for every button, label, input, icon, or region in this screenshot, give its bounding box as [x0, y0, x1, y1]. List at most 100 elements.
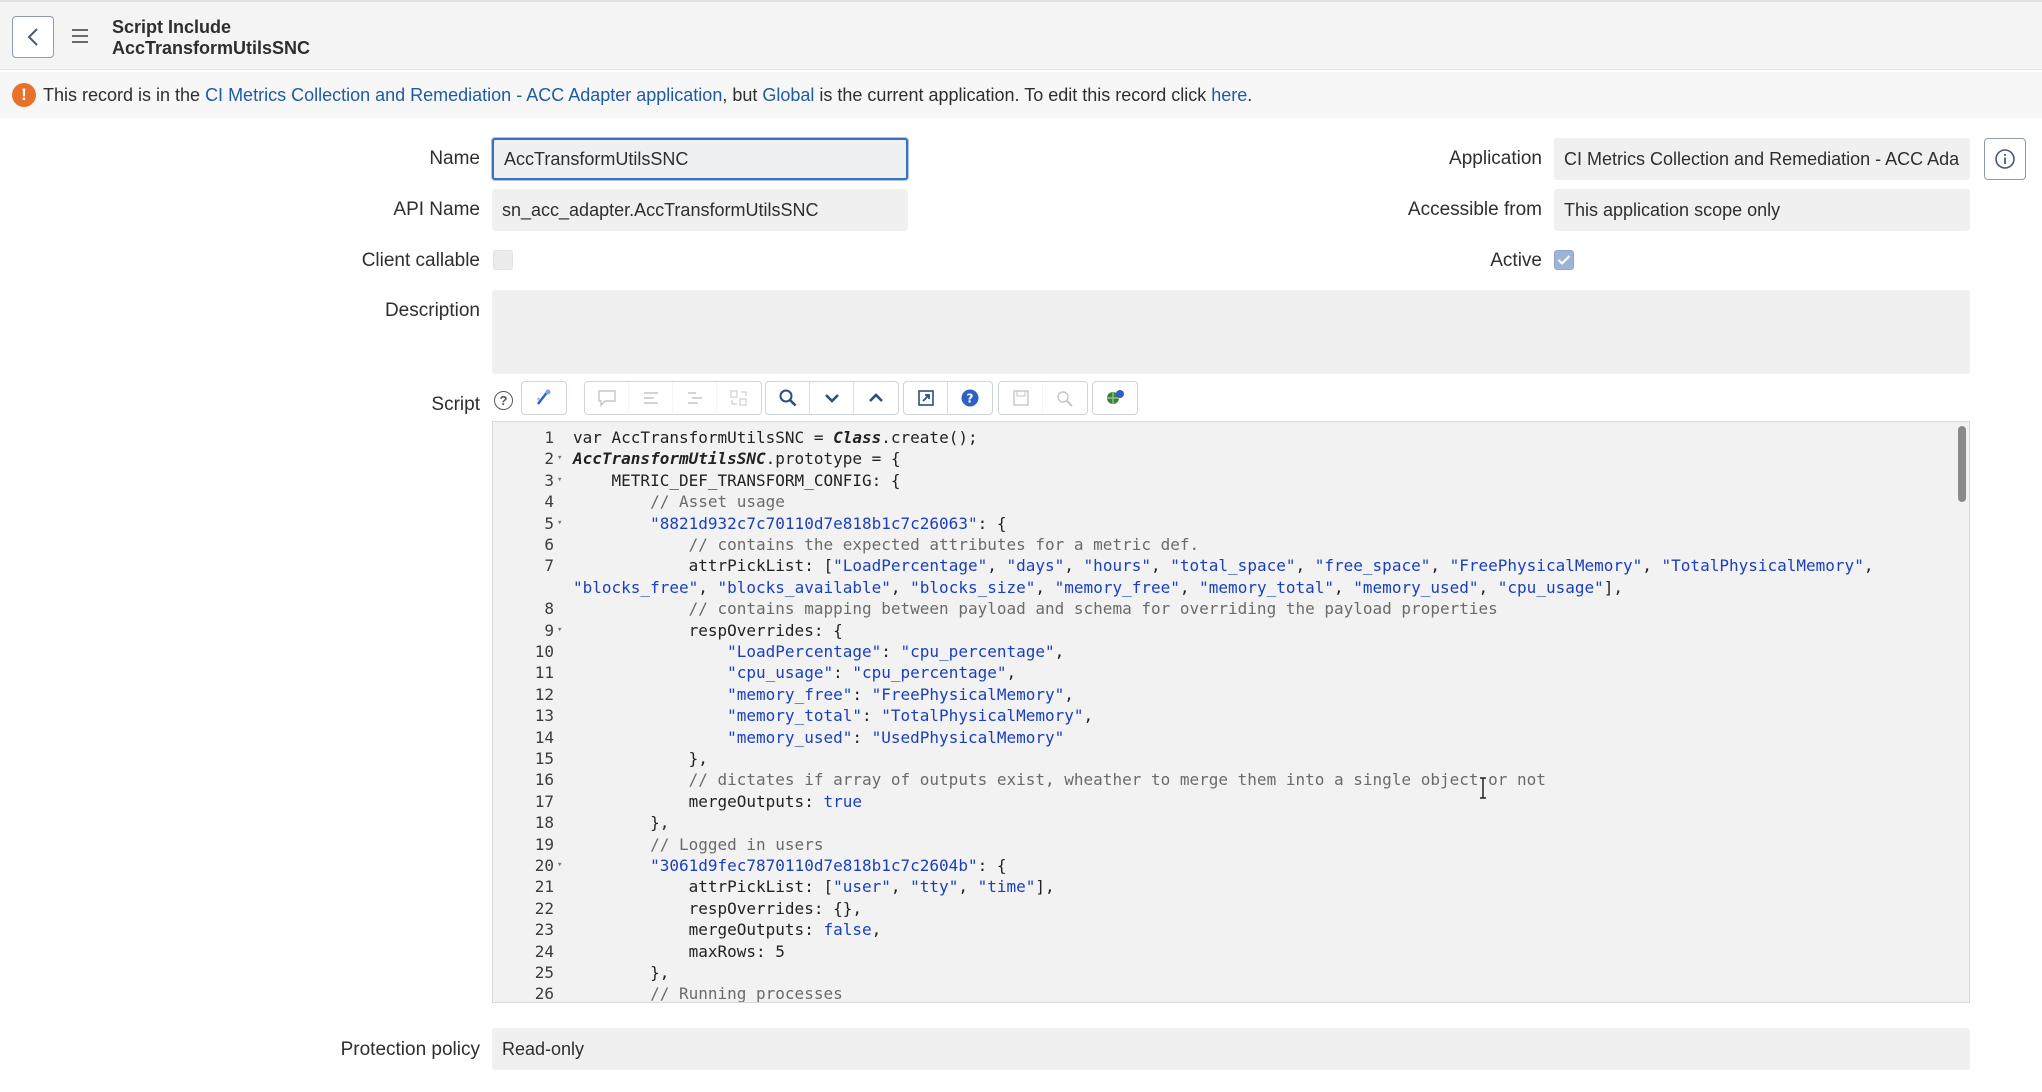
format-icon [537, 389, 551, 405]
code-line[interactable]: 13 "memory_total": "TotalPhysicalMemory"… [493, 705, 1969, 726]
comment-button[interactable] [585, 382, 629, 414]
here-link[interactable]: here [1211, 72, 1247, 118]
code-line[interactable]: 16 // dictates if array of outputs exist… [493, 769, 1969, 790]
script-editor[interactable]: 1 var AccTransformUtilsSNC = Class.create… [492, 421, 1970, 1003]
application-info-button[interactable] [1984, 138, 2026, 180]
code-line[interactable]: 2 ▾ AccTransformUtilsSNC.prototype = { [493, 448, 1969, 469]
code-line[interactable]: 10 "LoadPercentage": "cpu_percentage", [493, 641, 1969, 662]
api-name-field[interactable]: sn_acc_adapter.AccTransformUtilsSNC [492, 189, 908, 231]
code-line[interactable]: 26 // Running processes [493, 983, 1969, 1003]
description-field[interactable] [492, 290, 1970, 374]
protection-policy-label: Protection policy [340, 1039, 480, 1060]
save-script-button[interactable] [999, 382, 1043, 414]
indent-button[interactable] [673, 382, 717, 414]
accessible-from-label: Accessible from [1407, 199, 1542, 220]
code-line[interactable]: 25 }, [493, 962, 1969, 983]
description-label: Description [384, 300, 480, 321]
toggle-syntax-button[interactable] [1043, 382, 1087, 414]
application-field[interactable]: CI Metrics Collection and Remediation - … [1554, 138, 1970, 180]
application-link[interactable]: CI Metrics Collection and Remediation - … [205, 72, 631, 118]
code-text: maxRows: 5 [573, 941, 785, 961]
code-line[interactable]: 20 ▾ "3061d9fec7870110d7e818b1c7c2604b": … [493, 855, 1969, 876]
code-line[interactable]: 21 attrPickList: ["user", "tty", "time"]… [493, 876, 1969, 897]
line-number: 4 [544, 492, 554, 512]
line-number: 3 [544, 470, 554, 490]
code-text: var AccTransformUtilsSNC = Class.create(… [573, 428, 978, 447]
line-number: 24 [534, 941, 554, 961]
replace-all-button[interactable] [717, 382, 761, 414]
code-text: "memory_free": "FreePhysicalMemory", [727, 684, 1074, 704]
code-line[interactable]: 1 var AccTransformUtilsSNC = Class.create… [493, 427, 1969, 448]
protection-policy-field[interactable]: Read-only [492, 1028, 1970, 1070]
fullscreen-icon [917, 390, 934, 406]
code-text: }, [573, 749, 708, 768]
chevron-down-icon [824, 394, 839, 403]
editor-scrollbar[interactable] [1958, 426, 1966, 502]
format-code-button[interactable] [522, 382, 566, 414]
fold-toggle-icon[interactable]: ▾ [557, 448, 562, 469]
line-number: 17 [534, 791, 554, 811]
code-text: "3061d9fec7870110d7e818b1c7c2604b": { [650, 856, 1007, 875]
global-link[interactable]: Global [762, 72, 814, 118]
name-label: Name [429, 148, 480, 169]
code-line[interactable]: 9 ▾ respOverrides: { [493, 620, 1969, 641]
code-line[interactable]: 15 }, [493, 748, 1969, 769]
title-record-name: AccTransformUtilsSNC [112, 38, 311, 58]
line-number: 2 [544, 449, 554, 469]
back-button[interactable] [12, 16, 54, 58]
code-line[interactable]: 14 "memory_used": "UsedPhysicalMemory" [493, 727, 1969, 748]
code-line[interactable]: 24 maxRows: 5 [493, 941, 1969, 962]
search-next-button[interactable] [810, 382, 854, 414]
line-number: 22 [534, 898, 554, 918]
fullscreen-button[interactable] [904, 382, 948, 414]
code-text: attrPickList: ["user", "tty", "time"], [573, 877, 1055, 897]
code-line[interactable]: 5 ▾ "8821d932c7c70110d7e818b1c7c26063": { [493, 513, 1969, 534]
form-header: Script Include AccTransformUtilsSNC [0, 0, 2042, 70]
active-checkbox[interactable] [1554, 250, 1574, 270]
code-line[interactable]: 22 respOverrides: {}, [493, 898, 1969, 919]
name-field[interactable]: AccTransformUtilsSNC [492, 138, 908, 180]
fold-toggle-icon[interactable]: ▾ [557, 513, 562, 534]
client-callable-checkbox[interactable] [493, 250, 513, 270]
code-line[interactable]: 4 // Asset usage [493, 491, 1969, 512]
code-line[interactable]: 19 // Logged in users [493, 834, 1969, 855]
line-number: 18 [534, 813, 554, 833]
api-name-label: API Name [393, 199, 480, 220]
application-word-link[interactable]: application [631, 72, 722, 118]
search-button[interactable] [766, 382, 810, 414]
help-circle-icon: ? [961, 389, 979, 407]
code-line[interactable]: 18 }, [493, 812, 1969, 833]
notice-middle: , but [722, 85, 763, 105]
search-previous-button[interactable] [854, 382, 898, 414]
code-line[interactable]: 12 "memory_free": "FreePhysicalMemory", [493, 684, 1969, 705]
line-number: 9 [544, 620, 554, 640]
code-line[interactable]: 11 "cpu_usage": "cpu_percentage", [493, 662, 1969, 683]
accessible-from-field[interactable]: This application scope only [1554, 189, 1970, 231]
code-line[interactable]: 8 // contains mapping between payload an… [493, 598, 1969, 619]
fold-toggle-icon[interactable]: ▾ [557, 855, 562, 876]
code-text: // Logged in users [650, 834, 824, 854]
toolbar-group-debug [1092, 381, 1138, 415]
line-number: 26 [534, 984, 554, 1003]
uncomment-icon [643, 392, 658, 404]
script-debugger-button[interactable] [1093, 382, 1137, 414]
context-menu-icon[interactable] [72, 29, 88, 43]
code-line[interactable]: 6 // contains the expected attributes fo… [493, 534, 1969, 555]
editor-help-button[interactable]: ? [948, 382, 992, 414]
checkmark-icon [1557, 255, 1571, 265]
code-line[interactable]: 7 attrPickList: ["LoadPercentage", "days… [493, 555, 1969, 576]
fold-toggle-icon[interactable]: ▾ [557, 620, 562, 641]
info-icon [1995, 149, 2015, 169]
svg-text:?: ? [967, 392, 974, 406]
code-text: // dictates if array of outputs exist, w… [688, 770, 1546, 790]
toolbar-group-format [521, 381, 567, 415]
code-text: "cpu_usage": "cpu_percentage", [727, 663, 1017, 683]
code-line[interactable]: 17 mergeOutputs: true [493, 791, 1969, 812]
script-help-icon[interactable]: ? [494, 391, 513, 410]
uncomment-button[interactable] [629, 382, 673, 414]
fold-toggle-icon[interactable]: ▾ [557, 470, 562, 491]
line-number: 15 [534, 749, 554, 768]
code-line[interactable]: 3 ▾ METRIC_DEF_TRANSFORM_CONFIG: { [493, 470, 1969, 491]
code-line[interactable]: 23 mergeOutputs: false, [493, 919, 1969, 940]
code-line[interactable]: "blocks_free", "blocks_available", "bloc… [493, 577, 1969, 598]
